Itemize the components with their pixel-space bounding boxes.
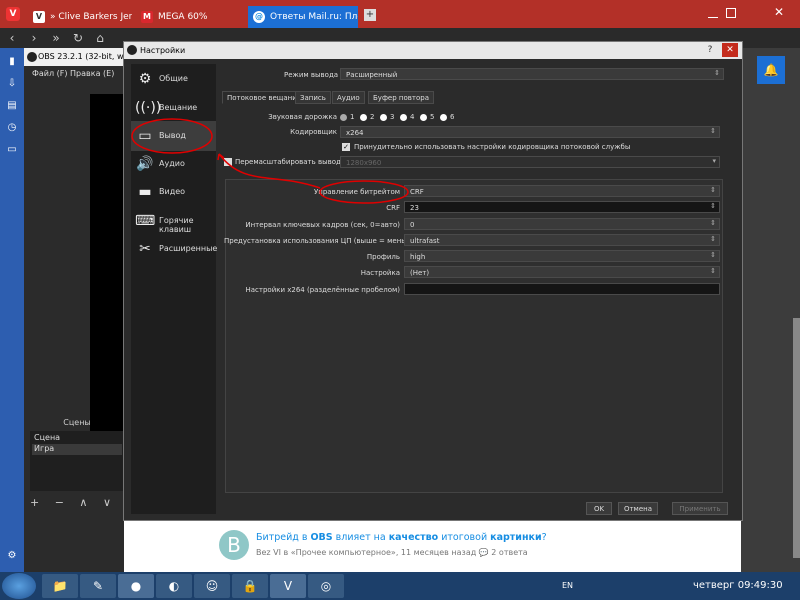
tab-favicon-icon: V: [33, 11, 45, 23]
avatar: B: [219, 530, 249, 560]
windows-taskbar: 📁 ✎ ● ◐ ☺ 🔒 V ◎ EN четверг 09:49:30: [0, 572, 800, 600]
scrollbar[interactable]: [793, 318, 800, 558]
scenes-list: Сцена Игра: [30, 431, 124, 491]
tab-title: Ответы Mail.ru: Плохое ка: [270, 12, 358, 22]
browser-tab-bar: V V » Clive Barkers Jericho Free M MEGA …: [0, 0, 800, 28]
forward-button[interactable]: ›: [26, 30, 42, 46]
scenes-header: Сцены: [63, 418, 91, 427]
notes-icon[interactable]: ▤: [4, 98, 20, 114]
annotation-circle-output: [131, 118, 213, 154]
obs-menu-bar[interactable]: Файл (F) Правка (E): [24, 66, 124, 80]
new-tab-button[interactable]: +: [364, 9, 376, 21]
red-annotation-overlay: [131, 118, 409, 204]
start-button[interactable]: [2, 573, 36, 599]
question-meta: Bez VI в «Прочее компьютерное», 11 месяц…: [256, 548, 528, 557]
obs-main-window: OBS 23.2.1 (32-bit, wind Файл (F) Правка…: [24, 48, 124, 572]
notifications-bell-icon[interactable]: 🔔: [757, 56, 785, 84]
browser-tab-active[interactable]: @ Ответы Mail.ru: Плохое ка: [248, 6, 358, 28]
tab-title: » Clive Barkers Jericho Free: [50, 12, 132, 22]
scene-toolbar[interactable]: + − ∧ ∨: [30, 496, 124, 510]
history-icon[interactable]: ◷: [4, 120, 20, 136]
annotation-circle-bitrate: [319, 180, 409, 204]
app-icon[interactable]: ◎: [308, 574, 344, 598]
reload-button[interactable]: ↻: [70, 30, 86, 46]
vivaldi-logo-icon[interactable]: V: [6, 7, 20, 21]
obs-logo-icon: [27, 52, 37, 62]
window-icon[interactable]: ▭: [4, 142, 20, 158]
list-item[interactable]: Сцена: [32, 433, 122, 444]
app-icon[interactable]: ✎: [80, 574, 116, 598]
app-icon[interactable]: 🔒: [232, 574, 268, 598]
browser-tab[interactable]: M MEGA 60%: [136, 6, 244, 28]
obs-taskbar-icon[interactable]: ●: [118, 574, 154, 598]
fast-forward-button[interactable]: »: [48, 30, 64, 46]
page-right-area: 🔔: [741, 48, 800, 572]
clock[interactable]: четверг 09:49:30: [693, 580, 783, 591]
maximize-button[interactable]: [726, 8, 736, 18]
title-part: итоговой: [438, 532, 491, 543]
home-button[interactable]: ⌂: [92, 30, 108, 46]
mega-icon: M: [141, 11, 153, 23]
question-snippet: B Битрейд в OBS влияет на качество итого…: [124, 521, 741, 572]
title-part: Битрейд в: [256, 532, 311, 543]
minimize-button[interactable]: [708, 8, 718, 18]
obs-preview-canvas: [90, 94, 124, 444]
title-part: качество: [388, 532, 439, 543]
explorer-icon[interactable]: 📁: [42, 574, 78, 598]
title-part: картинки: [490, 532, 542, 543]
app-icon[interactable]: ☺: [194, 574, 230, 598]
browser-tab[interactable]: V » Clive Barkers Jericho Free: [28, 6, 132, 28]
list-item[interactable]: Игра: [32, 444, 122, 455]
back-button[interactable]: ‹: [4, 30, 20, 46]
downloads-icon[interactable]: ⇩: [4, 76, 20, 92]
language-indicator[interactable]: EN: [562, 581, 573, 590]
title-part: влияет на: [332, 532, 389, 543]
tab-title: MEGA 60%: [158, 12, 208, 22]
obs-window-title: OBS 23.2.1 (32-bit, wind: [24, 48, 124, 66]
question-title-link[interactable]: Битрейд в OBS влияет на качество итогово…: [256, 532, 547, 543]
browser-side-panel: ▮ ⇩ ▤ ◷ ▭ ⚙: [0, 48, 24, 572]
settings-gear-icon[interactable]: ⚙: [4, 548, 20, 564]
title-part: ?: [541, 532, 547, 543]
annotation-arrow: [218, 153, 321, 189]
title-part: OBS: [310, 532, 333, 543]
settings-dialog: Настройки ? ✕ ⚙ Общие ((·)) Вещание ▭ Вы…: [123, 41, 743, 521]
mail-ru-icon: @: [253, 11, 265, 23]
close-icon[interactable]: ✕: [774, 5, 784, 19]
app-icon[interactable]: ◐: [156, 574, 192, 598]
vivaldi-taskbar-icon[interactable]: V: [270, 574, 306, 598]
bookmarks-icon[interactable]: ▮: [4, 54, 20, 70]
